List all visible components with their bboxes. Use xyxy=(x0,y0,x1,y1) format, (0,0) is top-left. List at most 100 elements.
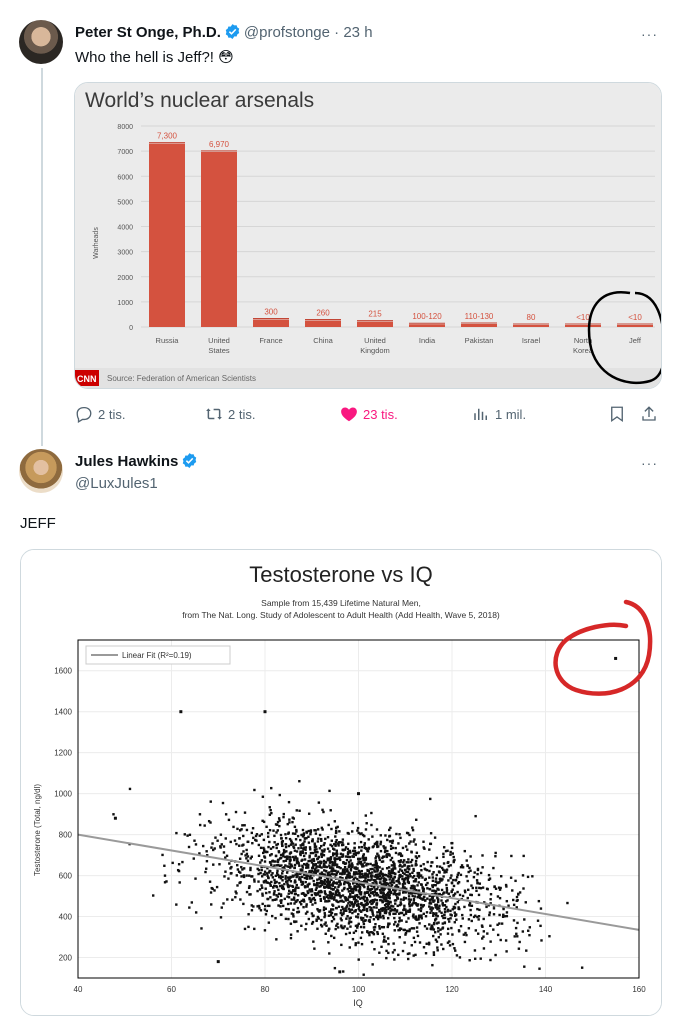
scatter-point xyxy=(415,926,419,929)
scatter-point xyxy=(295,875,298,879)
scatter-point xyxy=(205,859,209,863)
scatter-point xyxy=(253,927,256,931)
repost-button[interactable]: 2 tis. xyxy=(205,402,255,426)
scatter-point xyxy=(485,905,488,909)
scatter-point xyxy=(296,834,300,838)
scatter-point xyxy=(315,886,318,890)
scatter-point xyxy=(433,931,437,934)
more-options-icon[interactable]: ··· xyxy=(641,455,658,471)
scatter-point xyxy=(492,913,496,916)
scatter-point xyxy=(357,958,360,961)
scatter-point xyxy=(194,911,198,914)
verified-badge-icon xyxy=(224,23,241,46)
scatter-point xyxy=(386,838,389,842)
scatter-point xyxy=(405,861,408,864)
scatter-point xyxy=(450,926,453,930)
outlier-point xyxy=(113,816,117,820)
scatter-point xyxy=(489,924,492,927)
scatter-point xyxy=(516,921,519,925)
scatter-point xyxy=(398,874,401,878)
scatter-point xyxy=(243,927,247,931)
scatter-point xyxy=(436,949,439,952)
scatter-point xyxy=(445,889,449,892)
scatter-point xyxy=(317,801,321,804)
scatter-point xyxy=(304,852,307,855)
scatter-point xyxy=(245,852,249,856)
share-button[interactable] xyxy=(640,402,658,426)
author-avatar[interactable] xyxy=(19,449,63,493)
scatter-point xyxy=(263,904,267,908)
scatter-point xyxy=(336,825,339,829)
scatter-point xyxy=(448,920,451,923)
author-avatar[interactable] xyxy=(19,20,63,64)
tweet-image-scatter-chart[interactable]: Testosterone vs IQ Sample from 15,439 Li… xyxy=(20,549,662,1016)
author-name[interactable]: Jules Hawkins xyxy=(75,453,178,470)
scatter-point xyxy=(521,874,525,877)
scatter-point xyxy=(475,886,478,889)
scatter-point xyxy=(248,874,251,877)
scatter-point xyxy=(330,897,334,900)
scatter-point xyxy=(364,856,368,860)
author-handle[interactable]: @LuxJules1 xyxy=(75,474,158,494)
scatter-point xyxy=(403,877,407,881)
outlier-point xyxy=(263,710,267,714)
scatter-point xyxy=(249,857,252,860)
outlier-point xyxy=(338,970,342,974)
scatter-point xyxy=(301,880,304,884)
scatter-point xyxy=(286,865,289,868)
scatter-point xyxy=(273,841,276,844)
scatter-point xyxy=(440,888,444,892)
scatter-point xyxy=(288,862,291,865)
scatter-point xyxy=(410,944,413,947)
scatter-point xyxy=(343,872,346,875)
scatter-point xyxy=(458,893,462,897)
scatter-point xyxy=(401,883,405,886)
scatter-point xyxy=(339,852,343,856)
scatter-point xyxy=(363,919,366,922)
more-options-icon[interactable]: ··· xyxy=(641,26,658,42)
scatter-point xyxy=(355,872,359,875)
scatter-point xyxy=(527,929,530,932)
scatter-point xyxy=(500,875,503,878)
scatter-point xyxy=(406,876,410,879)
scatter-point xyxy=(287,831,291,834)
y-tick-label: 200 xyxy=(59,954,73,963)
scatter-point xyxy=(175,831,178,835)
scatter-point xyxy=(363,895,366,898)
scatter-point xyxy=(369,862,372,866)
scatter-point xyxy=(413,895,417,898)
scatter-point xyxy=(322,880,326,884)
scatter-point xyxy=(330,839,334,842)
scatter-point xyxy=(273,878,276,882)
scatter-point xyxy=(422,840,425,843)
scatter-point xyxy=(299,838,302,842)
scatter-point xyxy=(456,890,459,894)
scatter-point xyxy=(279,905,282,908)
scatter-point xyxy=(466,879,469,883)
scatter-point xyxy=(370,878,373,881)
tweet-image-nuclear-chart[interactable]: World’s nuclear arsenals Warheads 0 1000 2… xyxy=(74,82,662,389)
scatter-point xyxy=(446,932,450,935)
like-button[interactable]: 23 tis. xyxy=(340,402,398,426)
scatter-point xyxy=(418,922,421,925)
scatter-point xyxy=(272,829,275,832)
legend-label: Linear Fit (R²=0.19) xyxy=(122,651,192,660)
bar-value-label: 260 xyxy=(316,308,330,317)
scatter-point xyxy=(421,887,425,890)
scatter-point xyxy=(431,884,434,887)
scatter-point xyxy=(353,846,356,850)
y-tick-label: 1000 xyxy=(117,300,133,307)
scatter-point xyxy=(421,898,424,901)
scatter-point xyxy=(434,877,438,880)
scatter-point xyxy=(344,932,348,936)
author-name[interactable]: Peter St Onge, Ph.D. xyxy=(75,24,221,41)
bookmark-button[interactable] xyxy=(608,402,626,426)
views-button[interactable]: 1 mil. xyxy=(472,402,526,426)
scatter-point xyxy=(309,900,312,903)
reply-button[interactable]: 2 tis. xyxy=(75,402,125,426)
tweet-time[interactable]: 23 h xyxy=(343,24,372,41)
scatter-point xyxy=(263,855,266,858)
scatter-point xyxy=(432,934,435,938)
y-tick-label: 7000 xyxy=(117,149,133,156)
author-handle[interactable]: @profstonge xyxy=(244,24,330,41)
